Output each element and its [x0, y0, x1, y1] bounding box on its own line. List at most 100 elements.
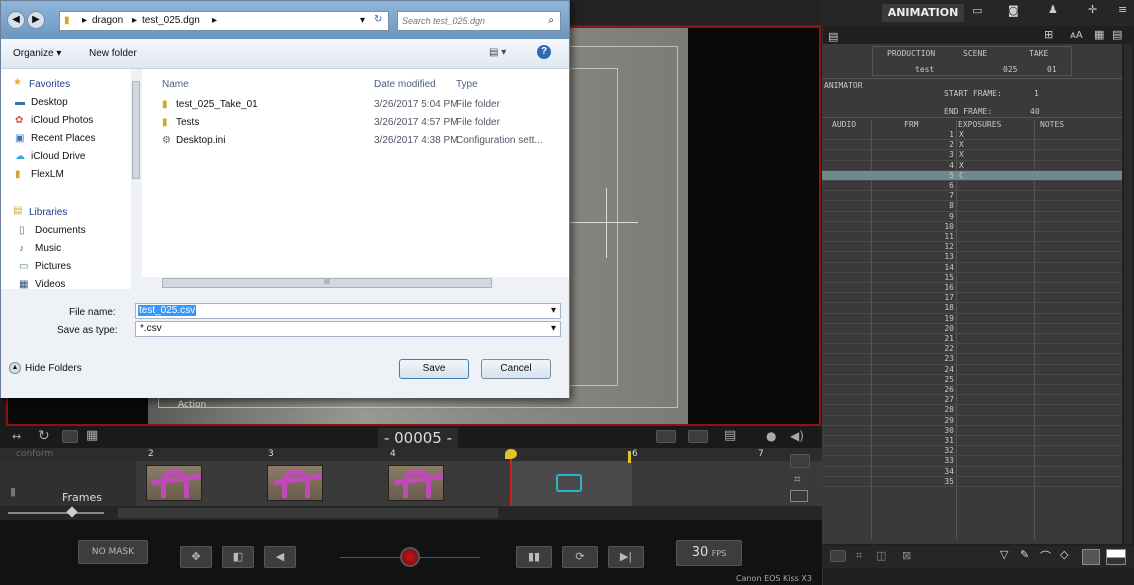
- exposure-row[interactable]: 24: [822, 365, 1122, 375]
- grid-icon[interactable]: ▦: [1094, 28, 1104, 41]
- forward-button[interactable]: ▶: [27, 11, 45, 29]
- search-input[interactable]: [402, 14, 536, 28]
- frame-outline-icon[interactable]: [790, 490, 808, 502]
- column-name[interactable]: Name: [162, 79, 189, 90]
- column-date[interactable]: Date modified: [374, 79, 436, 90]
- timeline-scroll[interactable]: [0, 506, 822, 520]
- search-icon[interactable]: ⌕: [548, 15, 554, 26]
- exposure-row[interactable]: 7: [822, 191, 1122, 202]
- nav-libraries[interactable]: Libraries: [29, 207, 67, 218]
- file-name[interactable]: Tests: [176, 117, 199, 128]
- fit-icon[interactable]: ⌗: [794, 472, 801, 487]
- column-type[interactable]: Type: [456, 79, 478, 90]
- exposure-row[interactable]: 27: [822, 395, 1122, 406]
- move-icon[interactable]: ✥: [180, 546, 212, 568]
- cancel-button[interactable]: Cancel: [481, 359, 551, 379]
- exposure-row[interactable]: 2X: [822, 140, 1122, 151]
- exposure-row[interactable]: 16: [822, 283, 1122, 294]
- nav-item[interactable]: Pictures: [35, 261, 71, 272]
- nav-item[interactable]: Documents: [35, 225, 86, 236]
- nav-item[interactable]: Recent Places: [31, 133, 95, 144]
- out-point-marker[interactable]: [628, 451, 631, 463]
- exposure-row[interactable]: 11: [822, 232, 1122, 243]
- loop-icon[interactable]: ↻: [38, 428, 50, 444]
- no-image-icon[interactable]: ⊠: [902, 549, 911, 562]
- chevron-down-icon[interactable]: ▾: [360, 15, 365, 26]
- monitor-icon[interactable]: ▭: [972, 4, 982, 17]
- exposure-row[interactable]: 10: [822, 222, 1122, 232]
- menu-icon[interactable]: ≡: [1118, 3, 1127, 16]
- nav-item[interactable]: Desktop: [31, 97, 68, 108]
- camera-settings-icon[interactable]: ◙: [1008, 4, 1019, 17]
- exposure-row[interactable]: 1X: [822, 130, 1122, 141]
- exposure-row[interactable]: 28: [822, 405, 1122, 416]
- exposure-row[interactable]: 9: [822, 212, 1122, 222]
- exposure-row[interactable]: 25: [822, 375, 1122, 385]
- playback-icon[interactable]: ▮▮: [516, 546, 552, 568]
- exposure-row[interactable]: 20: [822, 324, 1122, 334]
- nav-item[interactable]: iCloud Drive: [31, 151, 85, 162]
- expand-icon[interactable]: ↔: [12, 430, 21, 443]
- exposure-row[interactable]: 30: [822, 426, 1122, 436]
- nav-item[interactable]: FlexLM: [31, 169, 64, 180]
- exposure-row[interactable]: 26: [822, 385, 1122, 396]
- exposure-row[interactable]: 29: [822, 416, 1122, 426]
- camera-icon[interactable]: [556, 474, 582, 492]
- exposure-row[interactable]: 32: [822, 446, 1122, 457]
- curve-icon[interactable]: ⌒: [1040, 548, 1051, 564]
- search-box[interactable]: ⌕: [397, 11, 561, 31]
- strip-view-icon[interactable]: [656, 430, 676, 443]
- pencil-icon[interactable]: ✎: [1020, 548, 1029, 561]
- exposure-row[interactable]: 17: [822, 293, 1122, 304]
- view-options-icon[interactable]: ▤ ▾: [489, 47, 506, 58]
- exposure-grid[interactable]: AUDIO FRM EXPOSURES NOTES 1X2X3X4X5C6789…: [822, 120, 1122, 540]
- nav-scroll-thumb[interactable]: [132, 81, 140, 179]
- exposure-row[interactable]: 18: [822, 303, 1122, 314]
- grid-view-icon[interactable]: ▦: [86, 428, 98, 443]
- eraser-icon[interactable]: ◇: [1060, 548, 1068, 561]
- exposure-row[interactable]: 31: [822, 436, 1122, 447]
- user-icon[interactable]: ♟: [1048, 3, 1058, 16]
- no-mask-button[interactable]: NO MASK: [78, 540, 148, 564]
- exposure-row[interactable]: 34: [822, 467, 1122, 477]
- trash-icon[interactable]: ▮: [10, 485, 16, 498]
- help-icon[interactable]: ?: [537, 45, 551, 59]
- file-name-field[interactable]: test_025.csv ▾: [135, 303, 561, 319]
- hide-folders-label[interactable]: Hide Folders: [25, 363, 82, 374]
- record-button[interactable]: [400, 547, 420, 567]
- hscroll-thumb[interactable]: III: [162, 278, 492, 288]
- hide-folders-toggle[interactable]: ▲ Hide Folders: [7, 361, 97, 379]
- new-folder-button[interactable]: New folder: [89, 48, 137, 59]
- frame-thumbnail[interactable]: [146, 465, 202, 501]
- exposure-row[interactable]: 6: [822, 181, 1122, 192]
- list-view-icon[interactable]: ▤: [724, 428, 736, 443]
- exposure-row[interactable]: 13: [822, 252, 1122, 263]
- organize-button[interactable]: Organize ▾: [13, 48, 61, 59]
- chevron-down-icon[interactable]: ▾: [551, 323, 556, 334]
- single-view-icon[interactable]: [62, 430, 78, 443]
- layout-icon[interactable]: ◫: [876, 549, 886, 562]
- chevron-down-icon[interactable]: ▾: [551, 305, 556, 316]
- onion-skin-icon[interactable]: ●: [766, 429, 776, 443]
- back-button[interactable]: ◀: [7, 11, 25, 29]
- exposure-row[interactable]: 4X: [822, 161, 1122, 171]
- save-type-select[interactable]: *.csv ▾: [135, 321, 561, 337]
- breadcrumb-item[interactable]: test_025.dgn: [142, 15, 200, 26]
- horizontal-scrollbar[interactable]: III: [142, 277, 569, 289]
- exposure-row[interactable]: 23: [822, 354, 1122, 365]
- nav-item[interactable]: iCloud Photos: [31, 115, 93, 126]
- breadcrumb-item[interactable]: dragon: [92, 15, 123, 26]
- skip-end-icon[interactable]: ▶|: [608, 546, 644, 568]
- exposure-row[interactable]: 8: [822, 201, 1122, 212]
- step-back-icon[interactable]: ◀: [264, 546, 296, 568]
- list-icon[interactable]: ▤: [1112, 28, 1122, 41]
- address-bar[interactable]: ▮ ▸ dragon ▸ test_025.dgn ▸ ▾ ↻: [59, 11, 389, 31]
- fps-selector[interactable]: 30 FPS: [676, 540, 742, 566]
- exposure-row[interactable]: 22: [822, 344, 1122, 355]
- file-name[interactable]: test_025_Take_01: [176, 99, 258, 110]
- loop-play-icon[interactable]: ⟳: [562, 546, 598, 568]
- exposure-row[interactable]: 5C: [822, 170, 1122, 181]
- insert-frame-icon[interactable]: ⊞: [1044, 28, 1053, 41]
- print-icon[interactable]: ▤: [828, 30, 838, 43]
- nav-scrollbar[interactable]: [131, 69, 141, 289]
